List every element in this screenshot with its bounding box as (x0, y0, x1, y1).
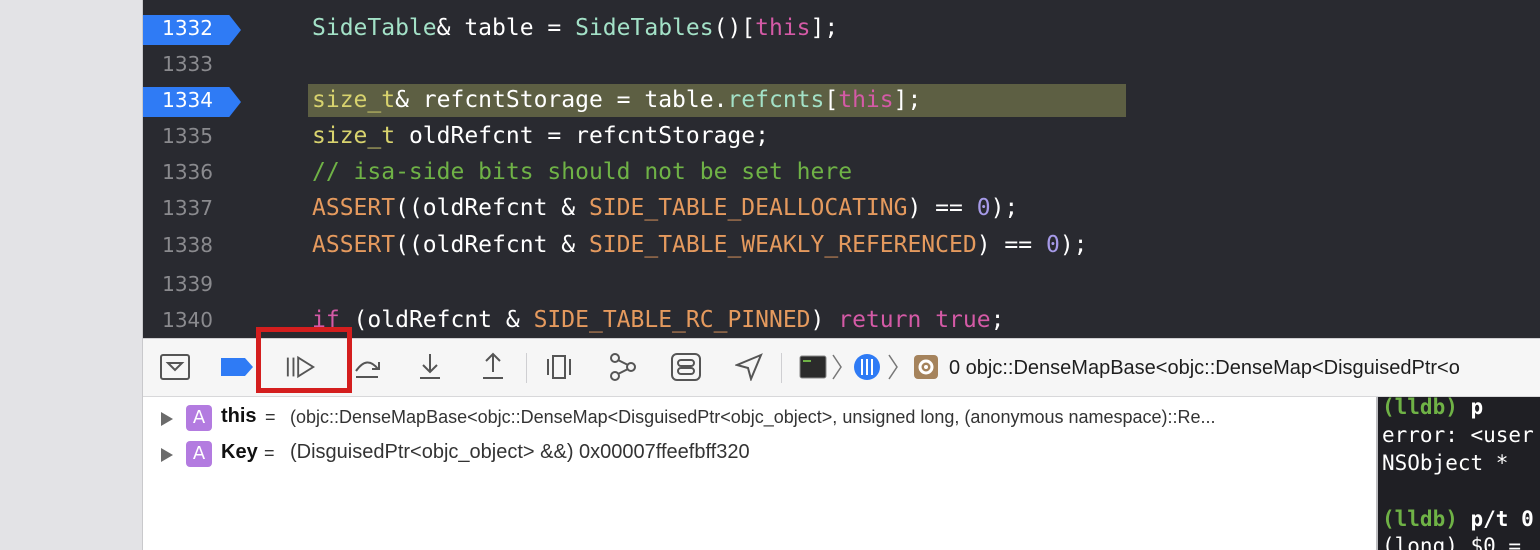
line-number: 1337 (162, 196, 213, 220)
variables-view[interactable]: A this = (objc::DenseMapBase<objc::Dense… (143, 397, 1376, 550)
code-text: SideTable& table = SideTables()[this]; (312, 15, 839, 41)
stack-frame-gear-icon[interactable] (910, 351, 942, 383)
disclosure-triangle-icon[interactable] (161, 448, 173, 462)
variable-equals: = (265, 407, 276, 427)
line-number: 1336 (162, 160, 213, 184)
memory-graph-icon[interactable] (606, 351, 638, 383)
console-line: error: <user (1382, 423, 1534, 447)
left-gutter (0, 0, 143, 550)
code-text: ASSERT((oldRefcnt & SIDE_TABLE_WEAKLY_RE… (312, 232, 1088, 258)
code-line-1337[interactable]: 1337 ASSERT((oldRefcnt & SIDE_TABLE_DEAL… (143, 190, 1540, 226)
code-line-1332[interactable]: 1332 SideTable& table = SideTables()[thi… (143, 10, 1540, 46)
code-line-1334[interactable]: 1334 size_t& refcntStorage = table.refcn… (143, 82, 1540, 118)
thread-icon[interactable] (851, 351, 883, 383)
simulate-location-icon[interactable] (733, 351, 765, 383)
variable-row[interactable]: A this = (objc::DenseMapBase<objc::Dense… (143, 401, 1376, 437)
variable-value: (objc::DenseMapBase<objc::DenseMap<Disgu… (290, 407, 1216, 427)
variable-name: Key (221, 441, 258, 463)
console-line: (long) $0 = (1382, 534, 1534, 550)
line-number: 1332 (162, 16, 213, 40)
code-text: ASSERT((oldRefcnt & SIDE_TABLE_DEALLOCAT… (312, 195, 1019, 221)
step-out-icon[interactable] (477, 351, 509, 383)
code-line-1340[interactable]: 1340 if (oldRefcnt & SIDE_TABLE_RC_PINNE… (143, 302, 1540, 337)
code-line-1333[interactable]: 1333 (143, 46, 1540, 82)
line-number: 1339 (162, 272, 213, 296)
variable-type-badge: A (186, 405, 212, 431)
code-line-1335[interactable]: 1335 size_t oldRefcnt = refcntStorage; (143, 118, 1540, 154)
console-line: NSObject * (1382, 451, 1509, 475)
debug-toolbar: 0 objc::DenseMapBase<objc::DenseMap<Disg… (143, 338, 1540, 397)
line-number: 1338 (162, 233, 213, 257)
variable-type-badge: A (186, 441, 212, 467)
hide-debug-area-icon[interactable] (159, 351, 191, 383)
code-text: size_t oldRefcnt = refcntStorage; (312, 123, 769, 149)
environment-overrides-icon[interactable] (670, 351, 702, 383)
debug-view-hierarchy-icon[interactable] (543, 351, 575, 383)
code-line-1339[interactable]: 1339 (143, 266, 1540, 302)
variable-value: (DisguisedPtr<objc_object> &&) 0x00007ff… (290, 441, 750, 463)
variable-equals: = (264, 443, 275, 463)
highlight-annotation-box (256, 327, 352, 393)
line-number: 1333 (162, 52, 213, 76)
line-number: 1335 (162, 124, 213, 148)
line-number: 1340 (162, 308, 213, 332)
code-text: if (oldRefcnt & SIDE_TABLE_RC_PINNED) re… (312, 307, 1005, 333)
code-line-1336[interactable]: 1336 // isa-side bits should not be set … (143, 154, 1540, 190)
toolbar-separator (781, 353, 782, 383)
chevron-right-icon (885, 351, 901, 383)
breakpoints-toggle-icon[interactable] (221, 351, 253, 383)
lldb-console[interactable]: (lldb) p error: <user NSObject * (lldb) … (1376, 397, 1540, 550)
code-line-1338[interactable]: 1338 ASSERT((oldRefcnt & SIDE_TABLE_WEAK… (143, 227, 1540, 263)
chevron-right-icon (829, 351, 845, 383)
toolbar-separator (526, 353, 527, 383)
code-comment: // isa-side bits should not be set here (312, 159, 853, 185)
stack-frame-breadcrumb[interactable]: 0 objc::DenseMapBase<objc::DenseMap<Disg… (949, 357, 1460, 380)
step-over-icon[interactable] (351, 351, 383, 383)
variable-row[interactable]: A Key = (DisguisedPtr<objc_object> &&) 0… (143, 437, 1376, 473)
disclosure-triangle-icon[interactable] (161, 412, 173, 426)
source-editor[interactable]: 1332 SideTable& table = SideTables()[thi… (143, 0, 1540, 337)
terminal-app-icon[interactable] (797, 351, 829, 383)
variable-name: this (221, 405, 257, 427)
console-line: (lldb) p (1382, 397, 1484, 419)
step-into-icon[interactable] (414, 351, 446, 383)
console-line: (lldb) p/t 0 (1382, 507, 1534, 531)
line-number: 1334 (162, 88, 213, 112)
code-text: size_t& refcntStorage = table.refcnts[th… (312, 87, 922, 113)
